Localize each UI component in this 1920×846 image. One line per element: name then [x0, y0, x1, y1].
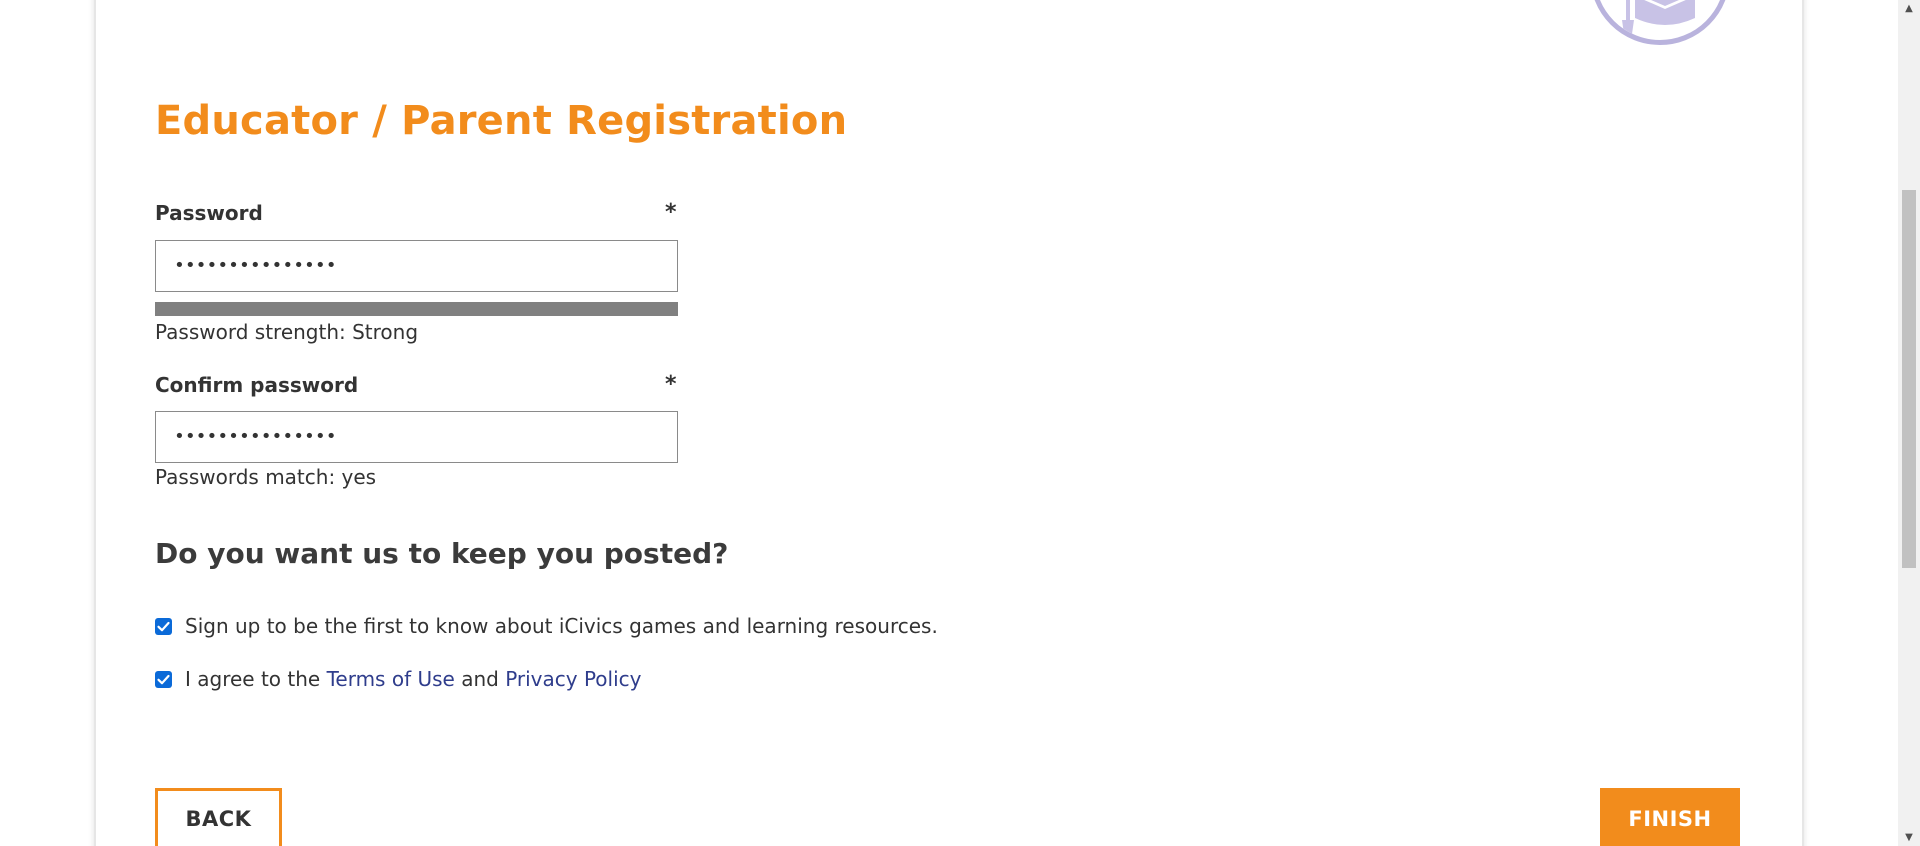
educator-badge — [1590, 0, 1730, 45]
scroll-down-icon[interactable]: ▼ — [1898, 829, 1920, 846]
graduation-cap-icon — [1622, 0, 1695, 34]
keep-posted-heading: Do you want us to keep you posted? — [155, 537, 729, 570]
password-match-text: Passwords match: yes — [155, 465, 377, 489]
terms-option: I agree to the Terms of Use and Privacy … — [155, 665, 642, 693]
scroll-up-icon[interactable]: ▲ — [1898, 0, 1920, 17]
checkmark-icon — [157, 621, 170, 631]
password-strength-text: Password strength: Strong — [155, 320, 419, 344]
finish-button[interactable]: FINISH — [1600, 788, 1740, 846]
confirm-password-required-mark: * — [665, 372, 677, 397]
signup-option: Sign up to be the first to know about iC… — [155, 612, 938, 640]
confirm-password-input[interactable]: ••••••••••••••• — [155, 411, 678, 463]
checkmark-icon — [157, 674, 170, 684]
terms-of-use-link[interactable]: Terms of Use — [327, 667, 455, 691]
password-strength-bar — [155, 302, 678, 316]
vertical-scrollbar[interactable]: ▲ ▼ — [1898, 0, 1920, 846]
privacy-policy-link[interactable]: Privacy Policy — [505, 667, 641, 691]
signup-label: Sign up to be the first to know about iC… — [185, 614, 938, 638]
terms-checkbox[interactable] — [155, 670, 172, 688]
password-label: Password — [155, 201, 263, 225]
password-required-mark: * — [665, 200, 677, 225]
signup-checkbox[interactable] — [155, 617, 172, 635]
password-strength-fill — [155, 302, 678, 316]
page-title: Educator / Parent Registration — [155, 98, 848, 144]
password-input[interactable]: ••••••••••••••• — [155, 240, 678, 292]
terms-middle-text: and — [454, 667, 506, 691]
page-viewport: Educator / Parent Registration Password … — [0, 0, 1898, 846]
terms-prefix-text: I agree to the — [185, 667, 327, 691]
scrollbar-thumb[interactable] — [1902, 190, 1916, 568]
confirm-password-label: Confirm password — [155, 373, 359, 397]
back-button[interactable]: BACK — [155, 788, 282, 846]
